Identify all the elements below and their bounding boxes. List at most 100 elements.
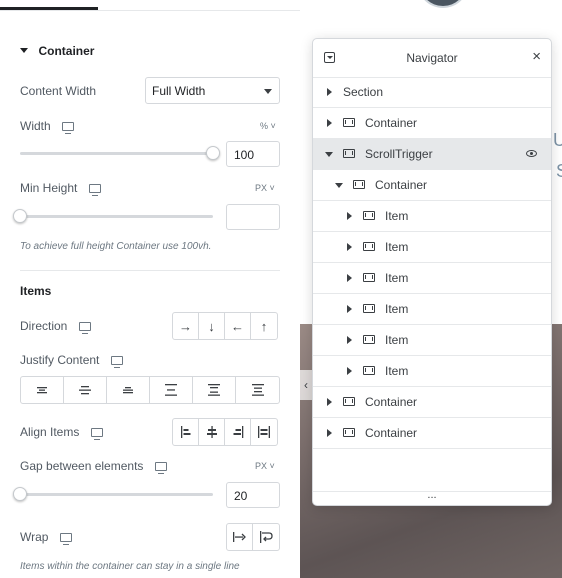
caret-right-icon[interactable] — [327, 429, 332, 437]
resize-handle[interactable]: ... — [313, 490, 551, 505]
navigator-row-label: Item — [385, 364, 409, 378]
navigator-row[interactable]: Item — [313, 356, 551, 387]
arrow-down-icon[interactable]: ↓ — [199, 313, 225, 339]
gap-slider-track[interactable] — [20, 493, 213, 496]
width-unit-select[interactable]: % ˅ — [260, 121, 276, 131]
navigator-row[interactable]: Item — [313, 232, 551, 263]
navigator-row[interactable]: Item — [313, 294, 551, 325]
gap-unit: PX — [255, 461, 268, 471]
panel-collapse-toggle[interactable]: ‹ — [300, 370, 312, 400]
container-icon — [363, 273, 375, 282]
align-start-icon[interactable] — [173, 419, 199, 445]
content-width-select[interactable]: Full Width — [145, 77, 280, 104]
justify-space-evenly-icon[interactable] — [236, 377, 279, 403]
container-icon — [363, 211, 375, 220]
justify-start-icon-svg — [37, 387, 47, 394]
justify-center-icon-svg — [79, 386, 91, 395]
navigator-title: Navigator — [406, 51, 458, 65]
canvas-text-fragment: S — [556, 161, 562, 182]
navigator-row[interactable]: Container — [313, 108, 551, 139]
navigator-row[interactable]: Container — [313, 387, 551, 418]
desktop-icon[interactable] — [110, 356, 123, 369]
navigator-row[interactable]: ScrollTrigger — [313, 139, 551, 170]
desktop-icon[interactable] — [90, 428, 103, 441]
desktop-icon[interactable] — [59, 533, 72, 546]
navigator-row[interactable]: Item — [313, 325, 551, 356]
navigator-row[interactable]: Container — [313, 418, 551, 449]
no-wrap-icon[interactable] — [227, 524, 253, 550]
caret-right-icon[interactable] — [347, 305, 352, 313]
eye-icon[interactable] — [526, 150, 537, 157]
caret-right-icon[interactable] — [347, 336, 352, 344]
min-height-slider-track[interactable] — [20, 215, 213, 218]
align-center-icon[interactable] — [199, 419, 225, 445]
content-width-label: Content Width — [20, 84, 97, 98]
container-icon — [363, 304, 375, 313]
justify-space-around-icon-svg — [208, 384, 220, 396]
caret-right-icon[interactable] — [327, 398, 332, 406]
justify-end-icon[interactable] — [107, 377, 150, 403]
min-height-label-text: Min Height — [20, 181, 78, 195]
justify-start-icon[interactable] — [21, 377, 64, 403]
min-height-slider-handle[interactable] — [13, 209, 27, 223]
caret-right-icon[interactable] — [347, 367, 352, 375]
arrow-right-icon[interactable]: → — [173, 313, 199, 339]
settings-panel: Container Content Width Full Width Width… — [0, 0, 301, 578]
width-slider-track[interactable] — [20, 152, 213, 155]
gap-input[interactable]: 20 — [226, 482, 280, 508]
min-height-unit-select[interactable]: PX ˅ — [255, 183, 275, 193]
section-container-toggle[interactable]: Container — [20, 42, 94, 60]
caret-right-icon[interactable] — [347, 274, 352, 282]
close-icon[interactable]: × — [532, 48, 541, 65]
desktop-icon[interactable] — [154, 462, 167, 475]
arrow-left-icon[interactable]: ← — [225, 313, 251, 339]
navigator-row[interactable]: Item — [313, 263, 551, 294]
caret-right-icon[interactable] — [347, 212, 352, 220]
navigator-row[interactable]: Container — [313, 170, 551, 201]
width-slider-handle[interactable] — [206, 146, 220, 160]
tab-layout-active[interactable] — [0, 7, 98, 10]
align-items-buttons — [172, 418, 278, 446]
align-end-icon[interactable] — [225, 419, 251, 445]
navigator-row[interactable]: Section — [313, 77, 551, 108]
caret-right-icon[interactable] — [327, 88, 332, 96]
avatar — [418, 0, 468, 8]
justify-space-around-icon[interactable] — [193, 377, 236, 403]
justify-space-between-icon[interactable] — [150, 377, 193, 403]
direction-column-glyph: ↓ — [208, 318, 215, 334]
align-start-icon-svg — [180, 426, 190, 438]
navigator-header[interactable]: Navigator × — [313, 39, 551, 78]
min-height-input[interactable] — [226, 204, 280, 230]
caret-down-icon[interactable] — [335, 183, 343, 188]
width-input[interactable]: 100 — [226, 141, 280, 167]
navigator-row-label: ScrollTrigger — [365, 147, 433, 161]
arrow-up-icon[interactable]: ↑ — [251, 313, 277, 339]
justify-center-icon[interactable] — [64, 377, 107, 403]
desktop-icon[interactable] — [78, 322, 91, 335]
wrap-label-text: Wrap — [20, 530, 49, 544]
desktop-icon[interactable] — [88, 184, 101, 197]
container-icon — [343, 397, 355, 406]
container-icon — [343, 428, 355, 437]
direction-column-reverse-glyph: ↑ — [260, 318, 268, 334]
container-icon — [363, 366, 375, 375]
wrap-buttons — [226, 523, 280, 551]
desktop-icon[interactable] — [62, 122, 75, 135]
wrap-icon-svg — [259, 531, 273, 543]
width-label-text: Width — [20, 119, 51, 133]
align-center-icon-svg — [206, 426, 217, 438]
caret-down-icon[interactable] — [325, 152, 333, 157]
gap-unit-select[interactable]: PX ˅ — [255, 461, 275, 471]
navigator-row-label: Item — [385, 240, 409, 254]
caret-right-icon[interactable] — [347, 243, 352, 251]
navigator-row-label: Item — [385, 333, 409, 347]
wrap-label: Wrap — [20, 530, 72, 546]
align-stretch-icon[interactable] — [251, 419, 277, 445]
wrap-icon[interactable] — [253, 524, 279, 550]
gap-slider-handle[interactable] — [13, 487, 27, 501]
navigator-row-label: Container — [375, 178, 428, 192]
caret-right-icon[interactable] — [327, 119, 332, 127]
navigator-row-label: Item — [385, 271, 409, 285]
navigator-row[interactable]: Item — [313, 201, 551, 232]
canvas-text-fragment: U — [553, 130, 562, 150]
